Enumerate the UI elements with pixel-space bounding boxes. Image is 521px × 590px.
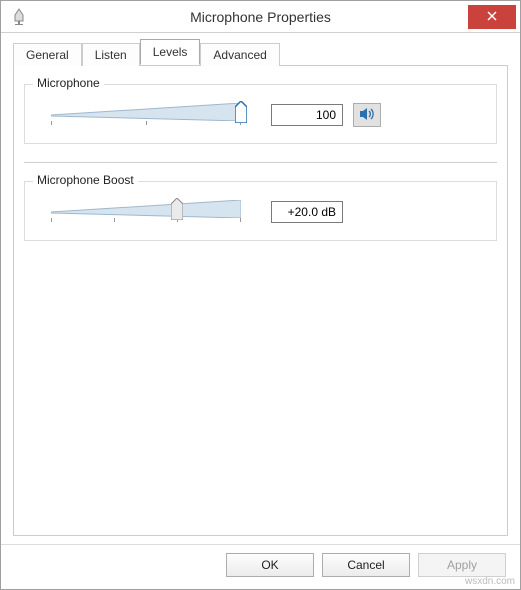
- dialog-button-row: OK Cancel Apply: [1, 544, 520, 589]
- tab-general[interactable]: General: [13, 43, 82, 66]
- slider-thumb[interactable]: [171, 198, 183, 220]
- speaker-icon: [359, 107, 375, 124]
- tab-levels[interactable]: Levels: [140, 39, 201, 65]
- slider-tick: [114, 218, 115, 222]
- slider-tick: [240, 218, 241, 222]
- microphone-slider-row: 100: [37, 101, 484, 129]
- divider: [24, 162, 497, 163]
- titlebar: Microphone Properties: [1, 1, 520, 33]
- microphone-icon: [9, 7, 29, 27]
- close-button[interactable]: [468, 5, 516, 29]
- boost-slider-row: +20.0 dB: [37, 198, 484, 226]
- group-microphone-boost: Microphone Boost +20.0 dB: [24, 181, 497, 241]
- window-title: Microphone Properties: [1, 9, 520, 25]
- slider-track-wedge: [51, 200, 241, 218]
- microphone-mute-button[interactable]: [353, 103, 381, 127]
- boost-value[interactable]: +20.0 dB: [271, 201, 343, 223]
- slider-thumb[interactable]: [235, 101, 247, 123]
- window: Microphone Properties General Listen Lev…: [0, 0, 521, 590]
- tab-panel-levels: Microphone 100: [13, 65, 508, 536]
- microphone-value[interactable]: 100: [271, 104, 343, 126]
- tab-listen[interactable]: Listen: [82, 43, 140, 66]
- microphone-slider[interactable]: [51, 101, 261, 129]
- tab-strip: General Listen Levels Advanced: [1, 33, 520, 65]
- group-microphone-label: Microphone: [33, 76, 104, 90]
- slider-tick: [51, 218, 52, 222]
- cancel-button[interactable]: Cancel: [322, 553, 410, 577]
- slider-tick: [51, 121, 52, 125]
- slider-tick: [146, 121, 147, 125]
- slider-track-wedge: [51, 103, 241, 121]
- apply-button: Apply: [418, 553, 506, 577]
- group-microphone: Microphone 100: [24, 84, 497, 144]
- group-boost-label: Microphone Boost: [33, 173, 138, 187]
- close-icon: [487, 10, 497, 24]
- boost-slider[interactable]: [51, 198, 261, 226]
- ok-button[interactable]: OK: [226, 553, 314, 577]
- tab-advanced[interactable]: Advanced: [200, 43, 279, 66]
- watermark: wsxdn.com: [465, 576, 515, 587]
